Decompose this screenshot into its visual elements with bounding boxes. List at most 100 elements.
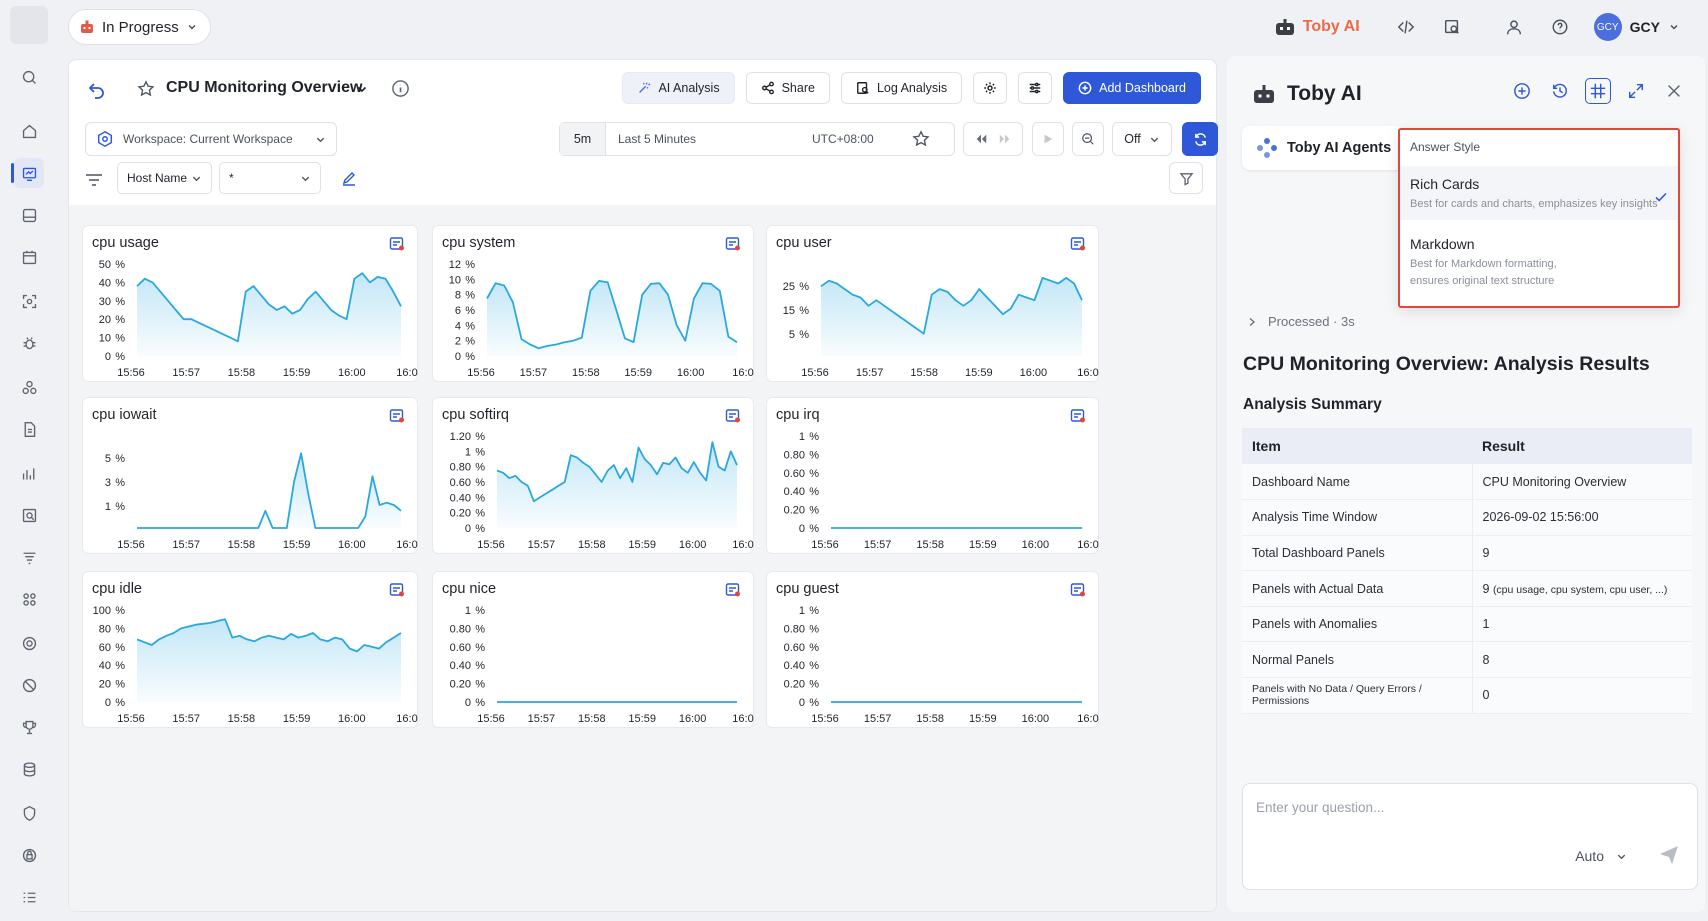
variable-value-select[interactable]: *	[219, 162, 321, 194]
ai-analysis-button[interactable]: AI Analysis	[622, 72, 735, 104]
refresh-icon	[1194, 132, 1206, 146]
option-rich-cards[interactable]: Rich Cards Best for cards and charts, em…	[1400, 166, 1678, 220]
y-tick-unit: %	[115, 277, 125, 289]
fast-forward-icon[interactable]	[998, 132, 1012, 146]
add-dashboard-button[interactable]: Add Dashboard	[1063, 72, 1201, 104]
chart-panel[interactable]: cpu usage 50% 40% 30% 20% 10% 0% 15:56 15:57 15:5…	[82, 225, 418, 382]
chart-panel[interactable]: cpu softirq 1.20% 1% 0.80% 0.60% 0.40% 0.20% 0%…	[432, 397, 754, 554]
dashboard-icon[interactable]	[11, 158, 44, 188]
panel-insight-icon[interactable]	[725, 236, 741, 252]
target-icon[interactable]	[14, 628, 44, 658]
history-icon[interactable]	[1547, 78, 1573, 104]
panel-insight-icon[interactable]	[389, 408, 405, 424]
code-icon[interactable]	[1394, 15, 1418, 39]
y-tick-unit: %	[475, 462, 485, 474]
refresh-button[interactable]	[1182, 122, 1218, 156]
adjust-button[interactable]	[1018, 72, 1053, 104]
panel-insight-icon[interactable]	[1070, 408, 1086, 424]
auto-refresh-select[interactable]: Off	[1112, 122, 1172, 156]
image-search-icon[interactable]	[1440, 15, 1464, 39]
bug-icon[interactable]	[14, 328, 44, 358]
rewind-icon[interactable]	[974, 132, 988, 146]
panel-insight-icon[interactable]	[389, 582, 405, 598]
variable-name-select[interactable]: Host Name	[117, 162, 212, 194]
chart-panel[interactable]: cpu idle 100% 80% 60% 40% 20% 0% 15:56 15:57 15:5…	[82, 571, 418, 728]
log-search-icon[interactable]	[14, 500, 44, 530]
chart-panel[interactable]: cpu irq 1% 0.80% 0.60% 0.40% 0.20% 0% 15:56 15:5…	[766, 397, 1099, 554]
y-tick-unit: %	[809, 660, 819, 672]
info-icon[interactable]	[391, 79, 410, 98]
close-icon[interactable]	[1661, 78, 1687, 104]
panel-insight-icon[interactable]	[389, 236, 405, 252]
list-filter-icon[interactable]	[14, 542, 44, 572]
chart-panel[interactable]: cpu user 25% 15% 5% 15:56 15:57 15:58 15:59 16:0…	[766, 225, 1099, 382]
undo-icon[interactable]	[87, 80, 107, 100]
share-button[interactable]: Share	[745, 72, 830, 104]
workspace-selector[interactable]: Workspace: Current Workspace	[85, 122, 337, 156]
chart-plot: 12 % 10 % 8 % 6 % 4 % 2 % 0 % 15:56 15:57 15:58 15:59 16:0…	[449, 259, 754, 379]
menu-icon[interactable]	[14, 882, 44, 912]
log-analysis-button[interactable]: Log Analysis	[840, 72, 963, 104]
filter-lines-icon[interactable]	[85, 172, 103, 188]
help-icon[interactable]	[1548, 15, 1572, 39]
option-markdown[interactable]: Markdown Best for Markdown formatting, e…	[1400, 226, 1678, 304]
ai-assistant-panel: Toby AI Toby AI Agents Answer Style Rich…	[1227, 56, 1705, 912]
chart-panel[interactable]: cpu guest 1% 0.80% 0.60% 0.40% 0.20% 0% 15:56 15…	[766, 571, 1099, 728]
send-icon[interactable]	[1658, 844, 1680, 866]
edit-icon[interactable]	[341, 170, 357, 186]
time-range-label[interactable]: Last 5 Minutes	[606, 132, 812, 146]
processed-toggle[interactable]: Processed · 3s	[1247, 314, 1355, 329]
chevron-down-icon[interactable]	[356, 83, 368, 95]
chart-panel[interactable]: cpu system 12% 10% 8% 6% 4% 2% 0% 15:56 15:57 15:5…	[432, 225, 754, 382]
y-tick-label: 8	[455, 290, 461, 302]
chevron-down-icon[interactable]	[1668, 21, 1680, 33]
star-icon[interactable]	[912, 130, 930, 148]
time-range-picker[interactable]: 5m Last 5 Minutes UTC+08:00	[559, 122, 955, 156]
star-icon[interactable]	[137, 80, 155, 98]
metrics-icon[interactable]	[14, 458, 44, 488]
box-icon[interactable]	[14, 200, 44, 230]
avatar[interactable]: GCY	[1593, 13, 1622, 41]
settings-button[interactable]	[973, 72, 1008, 104]
chart-panel[interactable]: cpu nice 1% 0.80% 0.60% 0.40% 0.20% 0% 15:56 15:…	[432, 571, 754, 728]
timezone-label[interactable]: UTC+08:00	[812, 132, 912, 146]
calendar-icon[interactable]	[14, 242, 44, 272]
toby-ai-brand[interactable]: Toby AI	[1275, 18, 1360, 36]
quick-range-button[interactable]: 5m	[560, 123, 606, 155]
block-icon[interactable]	[14, 670, 44, 700]
status-selector[interactable]: In Progress	[68, 9, 211, 45]
shield-icon[interactable]	[14, 798, 44, 828]
y-tick-label: 0.80	[450, 462, 471, 474]
chart-panel[interactable]: cpu iowait 5% 3% 1% 15:56 15:57 15:58 15:59 16:0…	[82, 397, 418, 554]
panel-insight-icon[interactable]	[725, 582, 741, 598]
panel-insight-icon[interactable]	[1070, 582, 1086, 598]
panel-insight-icon[interactable]	[725, 408, 741, 424]
series-area	[137, 453, 401, 528]
play-button[interactable]	[1032, 122, 1064, 156]
variable-row: Host Name *	[85, 162, 1203, 198]
scan-icon[interactable]	[14, 286, 44, 316]
apps-icon[interactable]	[14, 584, 44, 614]
log-analysis-label: Log Analysis	[876, 81, 948, 95]
search-icon[interactable]	[14, 62, 44, 92]
zoom-out-button[interactable]	[1072, 122, 1104, 156]
model-select[interactable]: Auto	[1575, 848, 1627, 864]
user-name[interactable]: GCY	[1630, 19, 1660, 35]
filter-button[interactable]	[1169, 162, 1203, 194]
trophy-icon[interactable]	[14, 712, 44, 742]
document-icon[interactable]	[14, 414, 44, 444]
user-icon[interactable]	[1502, 15, 1526, 39]
question-input-box[interactable]: Enter your question... Auto	[1242, 783, 1698, 890]
ai-agents-chip[interactable]: Toby AI Agents	[1242, 126, 1406, 170]
expand-icon[interactable]	[1623, 78, 1649, 104]
filter-row: Workspace: Current Workspace 5m Last 5 M…	[85, 122, 1218, 158]
answer-style-icon[interactable]	[1585, 78, 1611, 104]
database-icon[interactable]	[14, 754, 44, 784]
home-icon[interactable]	[14, 116, 44, 146]
question-input[interactable]: Enter your question...	[1256, 800, 1384, 815]
new-chat-icon[interactable]	[1509, 78, 1535, 104]
cluster-icon[interactable]	[14, 372, 44, 402]
x-tick-label: 15:59	[283, 713, 311, 725]
lock-badge-icon[interactable]	[14, 840, 44, 870]
panel-insight-icon[interactable]	[1070, 236, 1086, 252]
